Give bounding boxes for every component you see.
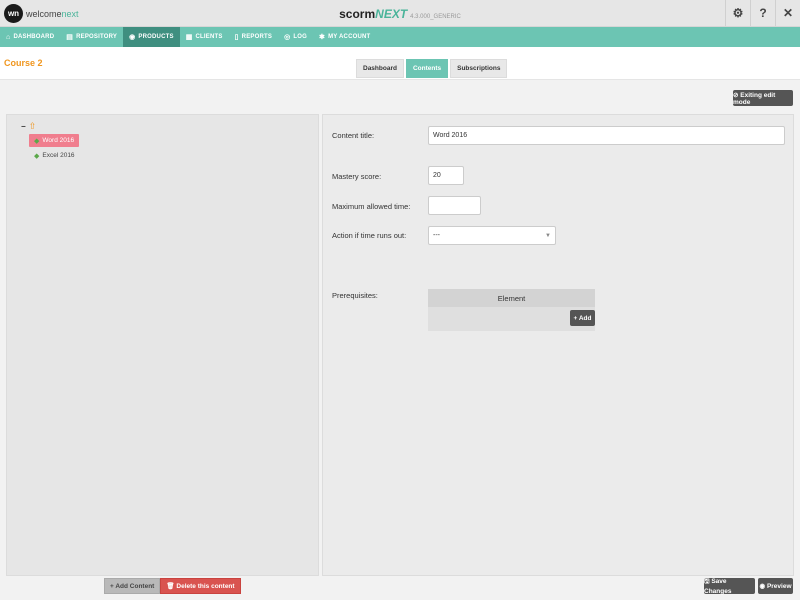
top-bar: wn welcomenext scormNEXT 4.3.000_GENERIC … <box>0 0 800 27</box>
log-icon: ◎ <box>284 34 291 41</box>
time-out-action-value: --- <box>433 232 440 239</box>
help-icon: ? <box>759 6 767 20</box>
content-tabs: Dashboard Contents Subscriptions <box>356 59 509 78</box>
nav-repository[interactable]: ▤ REPOSITORY <box>60 27 123 47</box>
exit-edit-mode-button[interactable]: ⊘ Exiting edit mode <box>733 90 793 106</box>
nav-reports[interactable]: ▯ REPORTS <box>229 27 278 47</box>
delete-content-button[interactable]: 🗑 Delete this content <box>160 578 241 594</box>
max-time-input[interactable] <box>428 196 481 215</box>
app-name-scorm: scorm <box>339 7 376 21</box>
time-out-action-label: Action if time runs out: <box>332 231 407 240</box>
app-name: scormNEXT <box>339 7 407 21</box>
close-button[interactable]: ✕ <box>775 0 800 26</box>
main-nav: ⌂ DASHBOARD ▤ REPOSITORY ◉ PRODUCTS ▦ CLIENT… <box>0 27 800 47</box>
repository-icon: ▤ <box>66 34 74 41</box>
help-button[interactable]: ? <box>750 0 775 26</box>
mastery-score-label: Mastery score: <box>332 172 382 181</box>
gear-icon: ⚙ <box>732 6 744 20</box>
mastery-score-input[interactable]: 20 <box>428 166 464 185</box>
course-root-icon[interactable]: ⇧ <box>29 121 37 132</box>
content-tag-icon: ◆ <box>34 152 40 160</box>
nav-log[interactable]: ◎ LOG <box>278 27 313 47</box>
tree-node-label: Excel 2016 <box>42 152 75 159</box>
collapse-icon[interactable]: − <box>21 122 26 131</box>
prereq-table-body: + Add <box>428 307 595 331</box>
close-icon: ✕ <box>782 6 794 20</box>
prerequisites-table: Element + Add <box>428 289 595 331</box>
tree-node-word-2016[interactable]: ◆ Word 2016 <box>29 134 80 147</box>
content-title-input[interactable]: Word 2016 <box>428 126 785 145</box>
chevron-down-icon: ▼ <box>545 233 551 239</box>
tab-subscriptions[interactable]: Subscriptions <box>450 59 508 78</box>
nav-repository-label: REPOSITORY <box>76 34 118 40</box>
prereq-column-element: Element <box>428 289 595 307</box>
course-title: Course 2 <box>4 58 43 68</box>
clients-icon: ▦ <box>185 34 193 41</box>
settings-button[interactable]: ⚙ <box>725 0 750 26</box>
reports-icon: ▯ <box>234 34 239 41</box>
time-out-action-select[interactable]: --- ▼ <box>428 226 556 245</box>
home-icon: ⌂ <box>6 33 11 41</box>
tab-contents[interactable]: Contents <box>405 59 449 78</box>
nav-clients[interactable]: ▦ CLIENTS <box>180 27 229 47</box>
nav-my-account-label: MY ACCOUNT <box>328 34 371 40</box>
nav-products-label: PRODUCTS <box>138 34 174 40</box>
app-name-next: NEXT <box>375 7 408 21</box>
preview-button[interactable]: ◉ Preview <box>758 578 793 594</box>
app-title: scormNEXT 4.3.000_GENERIC <box>0 7 800 21</box>
account-icon: ✱ <box>318 34 326 41</box>
tree-actions: + Add Content 🗑 Delete this content <box>104 578 241 594</box>
nav-clients-label: CLIENTS <box>195 34 223 40</box>
tab-dashboard[interactable]: Dashboard <box>356 59 404 78</box>
app-version: 4.3.000_GENERIC <box>410 14 461 20</box>
nav-dashboard-label: DASHBOARD <box>13 34 55 40</box>
save-changes-button[interactable]: 🖫 Save Changes <box>704 578 755 595</box>
nav-products[interactable]: ◉ PRODUCTS <box>123 27 180 47</box>
content-tag-icon: ◆ <box>34 137 40 145</box>
content-title-label: Content title: <box>332 131 375 140</box>
nav-log-label: LOG <box>293 34 307 40</box>
nav-my-account[interactable]: ✱ MY ACCOUNT <box>313 27 376 47</box>
add-content-button[interactable]: + Add Content <box>104 578 161 594</box>
tree-node-excel-2016[interactable]: ◆ Excel 2016 <box>29 149 80 162</box>
prerequisites-label: Prerequisites: <box>332 291 378 300</box>
content-form-panel: Content title: Word 2016 Mastery score: … <box>322 114 794 576</box>
nav-reports-label: REPORTS <box>241 34 273 40</box>
tree-root: − ⇧ <box>21 121 36 132</box>
add-prerequisite-button[interactable]: + Add <box>570 310 595 326</box>
max-time-label: Maximum allowed time: <box>332 202 411 211</box>
products-icon: ◉ <box>129 34 136 41</box>
tree-node-label: Word 2016 <box>42 137 75 144</box>
nav-dashboard[interactable]: ⌂ DASHBOARD <box>0 27 60 47</box>
content-tree-panel: − ⇧ ◆ Word 2016 ◆ Excel 2016 <box>6 114 319 576</box>
